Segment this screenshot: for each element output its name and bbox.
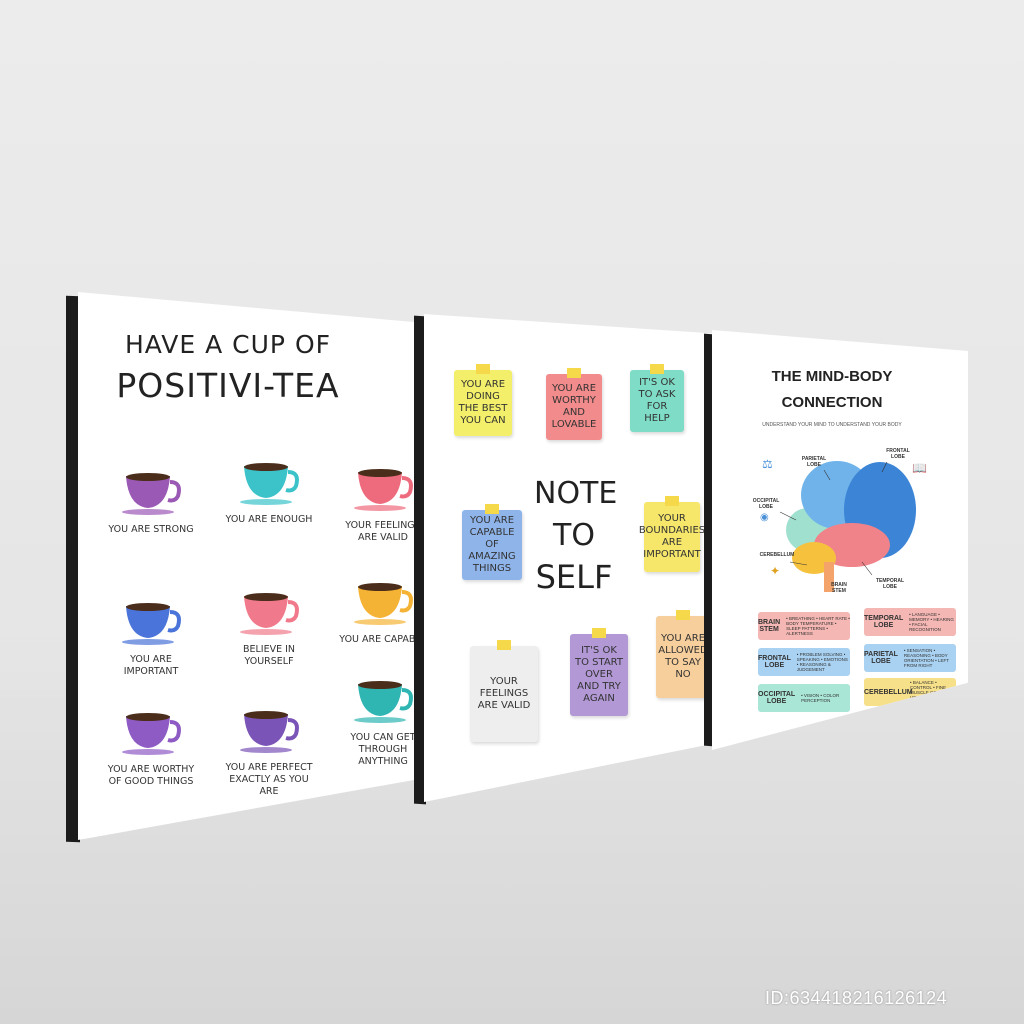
brain-subtitle: UNDERSTAND YOUR MIND TO UNDERSTAND YOUR … — [762, 422, 902, 428]
teacup-icon — [240, 710, 299, 753]
lobe-info-items: • SENSATION • REASONING • BODY ORIENTATI… — [903, 648, 949, 668]
brain-title-line2: CONNECTION — [781, 394, 883, 411]
sticky-note: YOU ARE CAPABLE OF AMAZING THINGS — [462, 510, 522, 580]
label-occipital: OCCIPITAL LOBE — [752, 498, 780, 510]
tape-icon — [476, 364, 490, 374]
teacup-icon — [354, 680, 413, 723]
lobe-info-name: PARIETAL LOBE — [864, 651, 898, 665]
sticky-note: YOU ARE DOING THE BEST YOU CAN — [454, 370, 512, 436]
teacup-caption: YOU ARE IMPORTANT — [123, 654, 179, 677]
tea-title-line1: HAVE A CUP OF — [124, 330, 332, 359]
teacup-caption: YOU ARE PERFECT EXACTLY AS YOU ARE — [225, 762, 313, 797]
eye-icon: ◉ — [760, 512, 769, 523]
scale-icon: ⚖ — [762, 457, 773, 471]
lobe-info-box: BRAIN STEM • BREATHING • HEART RATE • BOD… — [758, 612, 850, 640]
teacup-caption: YOU ARE WORTHY OF GOOD THINGS — [107, 764, 195, 787]
lobe-info-items: • LANGUAGE • MEMORY • HEARING • FACIAL R… — [909, 612, 954, 632]
lobe-info-name: OCCIPITAL LOBE — [758, 691, 796, 705]
sticky-note: IT'S OK TO START OVER AND TRY AGAIN — [570, 634, 628, 716]
label-brain-stem: BRAIN STEM — [831, 582, 847, 594]
sticky-note: YOU ARE ALLOWED TO SAY NO — [656, 616, 710, 698]
lobe-info-box: FRONTAL LOBE • PROBLEM SOLVING • SPEAKING… — [758, 648, 850, 676]
label-temporal: TEMPORAL LOBE — [875, 578, 905, 590]
watermark: ID:634418216126124 — [765, 988, 948, 1008]
lobe-info-items: • BREATHING • HEART RATE • BODY TEMPERAT… — [786, 616, 850, 636]
tape-icon — [676, 610, 690, 620]
poster-frame-edge — [66, 295, 80, 843]
poster-mind-body: THE MIND-BODY CONNECTION UNDERSTAND YOUR… — [712, 330, 968, 750]
label-frontal: FRONTAL LOBE — [886, 448, 910, 460]
note-title-line3: SELF — [535, 558, 613, 596]
lobe-info-box: PARIETAL LOBE • SENSATION • REASONING • B… — [864, 644, 956, 672]
tape-icon — [497, 640, 511, 650]
teacup-caption: YOU ARE STRONG — [108, 524, 194, 535]
lobe-info-name: TEMPORAL LOBE — [864, 615, 904, 629]
teacup-icon — [240, 462, 299, 505]
label-parietal: PARIETAL LOBE — [801, 456, 827, 468]
teacup-caption: YOU ARE ENOUGH — [225, 514, 313, 525]
tape-icon — [592, 628, 606, 638]
book-icon: 📖 — [912, 461, 927, 475]
poster-note-to-self: NOTE TO SELF YOU ARE DOING THE BEST YOU … — [424, 314, 714, 802]
poster-positivi-tea: HAVE A CUP OF POSITIVI-TEA YOU ARE STRON… — [78, 292, 446, 840]
teacup-icon — [122, 712, 181, 755]
teacup-icon — [354, 582, 413, 625]
teacup-icon — [240, 592, 299, 635]
brain-illustration: ⚖ 📖 ◉ ✦ — [760, 457, 927, 592]
tape-icon — [650, 364, 664, 374]
lobe-info-box: TEMPORAL LOBE • LANGUAGE • MEMORY • HEARI… — [864, 608, 956, 636]
tea-title-line2: POSITIVI-TEA — [116, 366, 340, 405]
tape-icon — [485, 504, 499, 514]
teacup-icon — [122, 472, 181, 515]
teacup-caption: BELIEVE IN YOURSELF — [242, 644, 296, 667]
lobe-info-items: • PROBLEM SOLVING • SPEAKING • EMOTIONS … — [796, 652, 848, 672]
label-cerebellum: CEREBELLUM — [759, 552, 795, 558]
sticky-note: YOU ARE WORTHY AND LOVABLE — [546, 374, 602, 440]
tape-icon — [665, 496, 679, 506]
lobe-info-box: OCCIPITAL LOBE • VISION • COLOR PERCEPTIO… — [758, 684, 850, 712]
lobe-info-name: CEREBELLUM — [864, 688, 913, 696]
brain-title-line1: THE MIND-BODY — [771, 368, 893, 385]
person-icon: ✦ — [770, 564, 780, 578]
note-title-line1: NOTE — [534, 476, 618, 511]
teacup-icon — [122, 602, 181, 645]
lobe-info-name: BRAIN STEM — [758, 619, 781, 633]
sticky-note: IT'S OK TO ASK FOR HELP — [630, 370, 684, 432]
note-title-line2: TO — [553, 518, 595, 553]
lobe-info-name: FRONTAL LOBE — [758, 655, 791, 669]
sticky-note: YOUR FEELINGS ARE VALID — [470, 646, 538, 742]
lobe-info-items: • VISION • COLOR PERCEPTION — [801, 693, 840, 703]
sticky-note: YOUR BOUNDARIES ARE IMPORTANT — [639, 502, 705, 572]
teacup-icon — [354, 468, 413, 511]
tape-icon — [567, 368, 581, 378]
